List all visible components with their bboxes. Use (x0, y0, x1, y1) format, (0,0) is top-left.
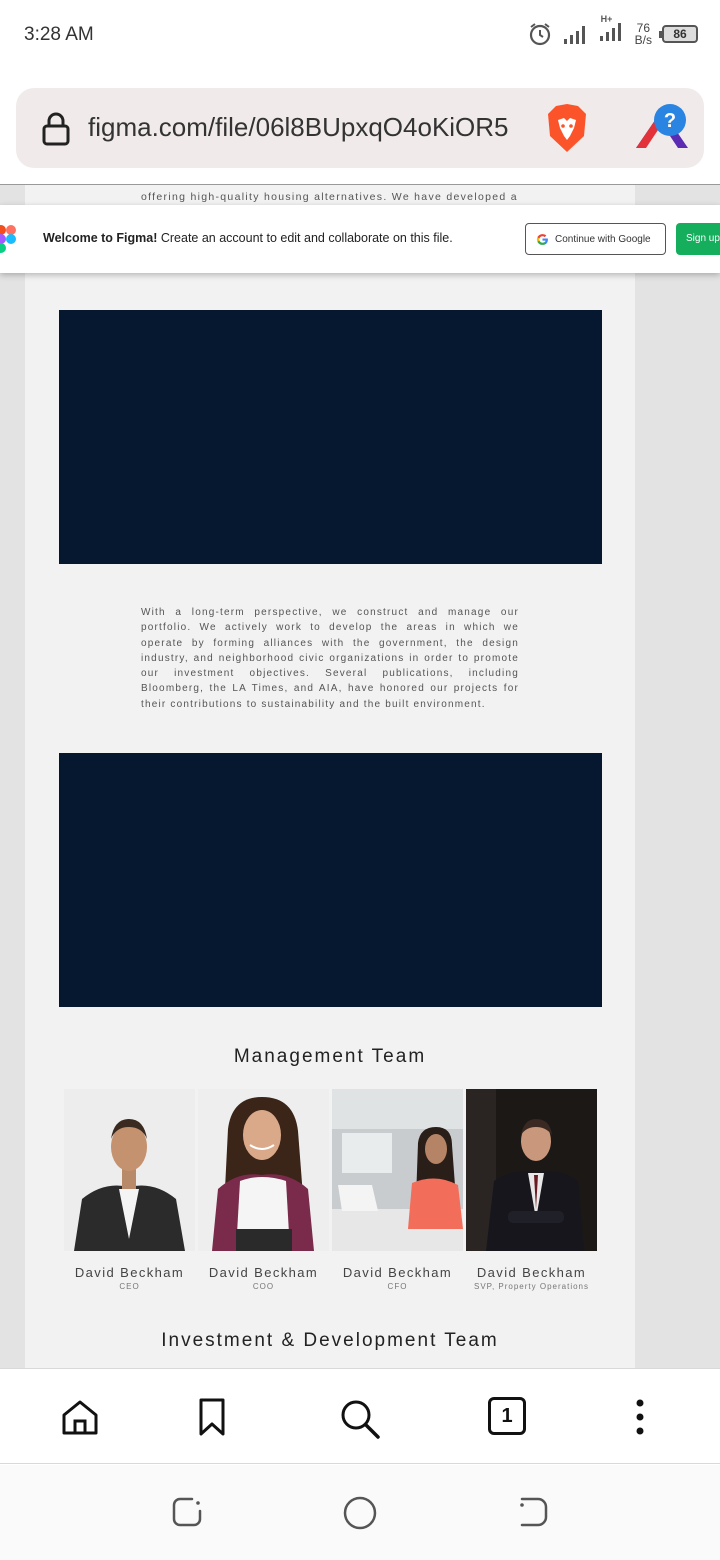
alarm-icon (529, 22, 550, 45)
battery-icon: 86 (659, 24, 698, 43)
back-nav-icon[interactable] (516, 1495, 550, 1529)
web-content[interactable]: offering high-quality housing alternativ… (0, 184, 720, 1368)
recent-apps-icon[interactable] (170, 1495, 204, 1529)
member-role: SVP, Property Operations (473, 1282, 589, 1291)
lock-icon (42, 112, 70, 146)
figma-welcome-banner: Welcome to Figma! Create an account to e… (0, 205, 720, 273)
sign-up-button[interactable]: Sign up (676, 223, 720, 255)
net-speed: 76 B/s (635, 22, 652, 46)
google-button-label: Continue with Google (555, 233, 651, 245)
banner-welcome: Welcome to Figma! (43, 231, 158, 245)
banner-text: Create an account to edit and collaborat… (160, 231, 453, 245)
team-member-card: David Beckham CFO (332, 1089, 463, 1291)
home-icon[interactable] (60, 1397, 100, 1437)
svg-text:?: ? (664, 110, 676, 132)
figma-canvas-page: offering high-quality housing alternativ… (25, 185, 635, 1368)
member-role: CFO (387, 1282, 408, 1291)
signal-hplus-icon: H+ (599, 14, 625, 47)
browser-toolbar: 1 (0, 1368, 720, 1464)
about-paragraph: With a long-term perspective, we constru… (141, 607, 519, 710)
member-name: David Beckham (476, 1265, 587, 1280)
team-member-card: David Beckham COO (198, 1089, 329, 1291)
member-name: David Beckham (74, 1265, 185, 1280)
system-nav-bar (0, 1465, 720, 1560)
figma-logo-icon (0, 225, 16, 253)
net-speed-unit: B/s (634, 32, 652, 47)
clipped-intro-text: offering high-quality housing alternativ… (141, 191, 518, 203)
member-photo (64, 1089, 195, 1251)
team-member-card: David Beckham CEO (64, 1089, 195, 1291)
member-photo (332, 1089, 463, 1251)
member-name: David Beckham (342, 1265, 453, 1280)
net-speed-value: 76 (636, 20, 650, 35)
search-icon[interactable] (338, 1397, 382, 1441)
banner-message: Welcome to Figma! Create an account to e… (43, 231, 453, 245)
status-icons: H+ 76 B/s 86 (527, 14, 698, 47)
member-role: COO (252, 1282, 275, 1291)
management-team-title: Management Team (233, 1046, 427, 1067)
member-name: David Beckham (208, 1265, 319, 1280)
status-bar: 3:28 AM H+ 76 B/s 86 (0, 0, 720, 72)
address-bar[interactable]: figma.com/file/06l8BUpxqO4oKiOR5 ? (16, 88, 704, 168)
bookmark-icon[interactable] (196, 1397, 228, 1437)
url-text[interactable]: figma.com/file/06l8BUpxqO4oKiOR5 (88, 112, 524, 143)
brave-shield-icon[interactable] (544, 102, 590, 154)
network-type-label: H+ (600, 14, 613, 24)
tabs-button[interactable]: 1 (488, 1397, 526, 1435)
home-nav-icon[interactable] (342, 1495, 378, 1531)
rewards-icon[interactable]: ? (632, 102, 694, 154)
continue-with-google-button[interactable]: Continue with Google (525, 223, 666, 255)
google-icon (536, 233, 548, 245)
hero-image-placeholder-2 (59, 753, 602, 1007)
investment-team-title: Investment & Development Team (161, 1330, 499, 1351)
more-menu-icon[interactable] (632, 1397, 648, 1437)
hero-image-placeholder-1 (59, 310, 602, 564)
team-member-card: David Beckham SVP, Property Operations (466, 1089, 597, 1291)
status-time: 3:28 AM (24, 24, 94, 45)
member-photo (466, 1089, 597, 1251)
signal-icon (563, 25, 585, 44)
member-photo (198, 1089, 329, 1251)
member-role: CEO (119, 1282, 140, 1291)
management-team-grid: David Beckham CEO David Beckham COO Davi… (64, 1089, 598, 1291)
